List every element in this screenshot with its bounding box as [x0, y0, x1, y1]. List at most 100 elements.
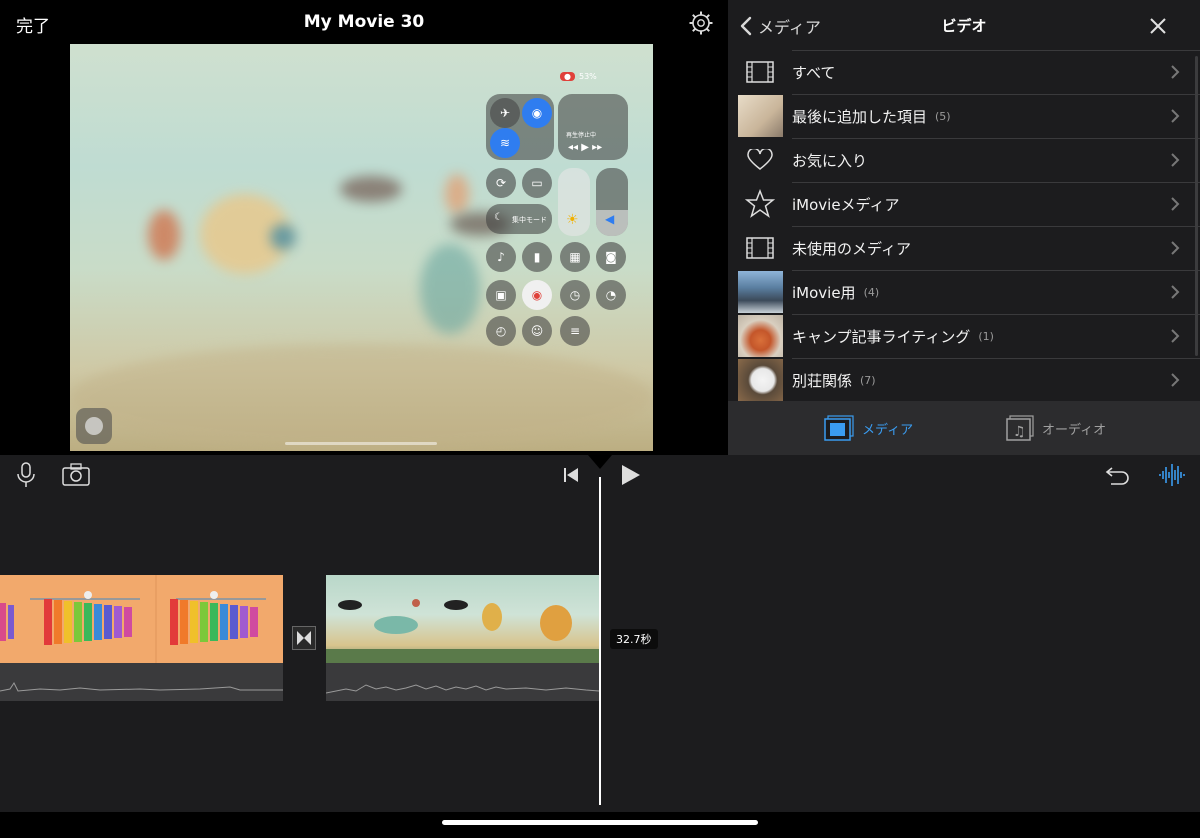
- list-item-imovie-media[interactable]: iMovieメディア: [728, 182, 1200, 226]
- audio-waveform-clip1: [0, 663, 283, 701]
- transition-icon: [297, 631, 311, 645]
- timeline: 32.7秒: [0, 455, 1200, 838]
- list-item-label: 別荘関係: [792, 371, 853, 390]
- camera-icon[interactable]: [62, 462, 90, 488]
- accessibility-icon: ☺: [522, 316, 552, 346]
- microphone-icon[interactable]: [12, 462, 40, 488]
- audio-waveform-clip2: [325, 663, 600, 701]
- chevron-right-icon: [1171, 285, 1180, 299]
- underwater-frames: [326, 599, 599, 663]
- svg-text:♫: ♫: [1013, 424, 1026, 440]
- focus-mode-label: 集中モード: [512, 216, 547, 224]
- connectivity-module: ✈ ◉ ≋: [486, 94, 554, 160]
- chevron-right-icon: [1171, 329, 1180, 343]
- film-icon: [746, 61, 774, 83]
- list-item-label: iMovieメディア: [792, 195, 900, 214]
- list-item-label: 最後に追加した項目: [792, 107, 928, 126]
- play-icon[interactable]: [616, 462, 644, 488]
- screen-record-icon: ◉: [522, 280, 552, 310]
- list-item-unused-media[interactable]: 未使用のメディア: [728, 226, 1200, 270]
- bell-icon: ♪: [486, 242, 516, 272]
- moon-icon: ☾: [494, 212, 503, 223]
- tab-audio-label: オーディオ: [1042, 422, 1107, 438]
- sun-icon: ☀: [566, 212, 579, 228]
- list-item-for-imovie[interactable]: iMovie用 (4): [728, 270, 1200, 314]
- viewer: 完了 My Movie 30 ● 53% ✈ ◉ ≋ 再生停止中 ◂◂ ▶ ▸▸…: [0, 0, 728, 455]
- album-thumbnail: [738, 359, 783, 401]
- list-item-count: (1): [978, 329, 994, 343]
- home-indicator[interactable]: [442, 820, 758, 825]
- video-clip-underwater[interactable]: [326, 575, 599, 663]
- alarm-icon: ◷: [560, 280, 590, 310]
- list-item-count: (4): [863, 285, 880, 299]
- rotation-lock-icon: ⟳: [486, 168, 516, 198]
- settings-gear-icon[interactable]: [688, 10, 714, 36]
- chevron-right-icon: [1171, 373, 1180, 387]
- media-film-icon: [824, 415, 854, 441]
- album-thumbnail: [738, 271, 783, 313]
- notes-icon: ≡: [560, 316, 590, 346]
- film-icon: [746, 237, 774, 259]
- battery-label: 53%: [578, 72, 597, 81]
- heart-icon: [747, 149, 773, 170]
- assistive-touch-icon: [76, 408, 112, 444]
- now-playing-label: 再生停止中: [566, 132, 597, 139]
- undo-icon[interactable]: [1104, 462, 1132, 488]
- chevron-right-icon: [1171, 197, 1180, 211]
- clip-duration-label: 32.7秒: [610, 629, 658, 649]
- tab-media-label: メディア: [862, 422, 914, 438]
- flashlight-icon: ▮: [522, 242, 552, 272]
- camera-icon: ◙: [596, 242, 626, 272]
- list-item-count: (5): [935, 109, 951, 123]
- chevron-right-icon: [1171, 241, 1180, 255]
- volume-slider: ◀: [596, 168, 628, 236]
- preview-home-bar: [285, 442, 437, 445]
- chevron-right-icon: [1171, 109, 1180, 123]
- media-header: メディア ビデオ: [728, 0, 1200, 50]
- xylophone-frames: [0, 575, 266, 663]
- chevron-right-icon: [1171, 153, 1180, 167]
- transition-button[interactable]: [292, 626, 316, 650]
- list-item-favorites[interactable]: お気に入り: [728, 138, 1200, 182]
- playhead-line[interactable]: [599, 477, 601, 805]
- screen-mirror-icon: ▭: [522, 168, 552, 198]
- calculator-icon: ▦: [560, 242, 590, 272]
- list-item-label: iMovie用: [792, 283, 856, 302]
- qr-scan-icon: ▣: [486, 280, 516, 310]
- audio-waveform-icon[interactable]: [1158, 462, 1186, 488]
- list-item-label: 未使用のメディア: [792, 239, 911, 258]
- brightness-slider: ☀: [558, 168, 590, 236]
- media-list: すべて 最後に追加した項目 (5) お気に入り iMovieメディア 未使用のメ…: [728, 50, 1200, 401]
- chevron-right-icon: [1171, 65, 1180, 79]
- close-icon[interactable]: [1148, 16, 1168, 36]
- media-browser-panel: メディア ビデオ すべて 最後に追加した項目 (5) お気に入り iMovieメ…: [728, 0, 1200, 455]
- airplane-icon: ✈: [490, 98, 520, 128]
- movie-title: My Movie 30: [303, 12, 425, 32]
- speaker-icon: ◀: [605, 212, 615, 226]
- tab-media[interactable]: メディア: [824, 415, 913, 441]
- stopwatch-icon: ◔: [596, 280, 626, 310]
- recently-added-thumbnail: [738, 95, 783, 137]
- panel-title: ビデオ: [941, 17, 987, 35]
- list-item-recently-added[interactable]: 最後に追加した項目 (5): [728, 94, 1200, 138]
- video-preview[interactable]: ● 53% ✈ ◉ ≋ 再生停止中 ◂◂ ▶ ▸▸ ⟳ ▭ ☀ ◀ ☾ 集中モー…: [70, 44, 653, 451]
- playhead-marker: [588, 455, 612, 469]
- focus-mode-button: ☾ 集中モード: [486, 204, 552, 234]
- skip-to-start-icon[interactable]: [558, 462, 586, 488]
- star-icon: [745, 189, 775, 218]
- list-item-label: すべて: [792, 63, 836, 82]
- audio-note-icon: ♫: [1006, 415, 1034, 441]
- bottom-bar: [0, 812, 1200, 838]
- scrollbar[interactable]: [1195, 56, 1198, 356]
- tab-audio[interactable]: ♫ オーディオ: [1006, 415, 1106, 441]
- list-item-all[interactable]: すべて: [728, 50, 1200, 94]
- list-item-label: お気に入り: [792, 151, 868, 170]
- status-bar: ● 53%: [560, 72, 597, 81]
- video-clip-xylophone[interactable]: [0, 575, 283, 663]
- list-item-camp-writing[interactable]: キャンプ記事ライティング (1): [728, 314, 1200, 358]
- media-tab-bar: メディア ♫ オーディオ: [728, 401, 1200, 455]
- list-item-count: (7): [860, 373, 876, 387]
- list-item-label: キャンプ記事ライティング: [792, 327, 971, 346]
- media-controls-icon: ◂◂ ▶ ▸▸: [568, 142, 603, 153]
- list-item-villa[interactable]: 別荘関係 (7): [728, 358, 1200, 401]
